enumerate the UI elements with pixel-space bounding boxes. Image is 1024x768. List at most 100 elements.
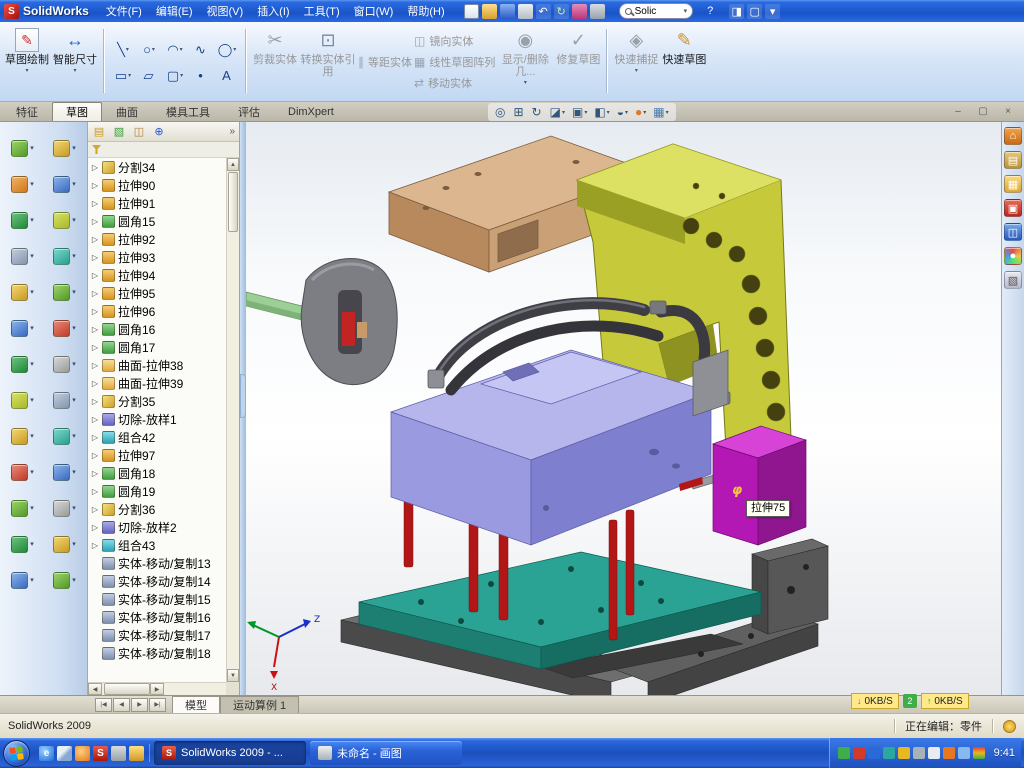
toolbar-button[interactable]: ◫ 镜向实体 [414, 33, 495, 49]
toolbar-button[interactable]: ◉ 显示/删除几... ▾ [497, 25, 553, 97]
commandmanager-tab[interactable]: 模具工具 [152, 102, 224, 121]
tree-item[interactable]: ▷ 拉伸97 [88, 446, 226, 464]
tree-item[interactable]: ▷ 拉伸92 [88, 230, 226, 248]
filter-icon[interactable] [92, 145, 101, 154]
dropdown-arrow-icon[interactable]: ▾ [72, 180, 76, 188]
task-pane-icon[interactable]: ▣ [1004, 199, 1022, 217]
view-tool-button[interactable]: ▦ ▾ [653, 105, 668, 119]
tree-horizontal-scrollbar[interactable]: ◀ ▶ [88, 682, 226, 695]
dropdown-arrow-icon[interactable]: ▾ [72, 576, 76, 584]
tree-item[interactable]: ▷ 分割35 [88, 392, 226, 410]
task-pane-icon[interactable]: ● [1004, 247, 1022, 265]
expand-arrow-icon[interactable]: ▷ [91, 343, 99, 352]
expand-arrow-icon[interactable]: ▷ [91, 487, 99, 496]
expand-arrow-icon[interactable]: ▷ [91, 379, 99, 388]
side-tool-button[interactable]: ▾ [2, 418, 44, 454]
tray-icon[interactable] [853, 747, 865, 759]
toolbar-icon[interactable] [464, 4, 479, 19]
expand-arrow-icon[interactable]: ▷ [91, 523, 99, 532]
dropdown-arrow-icon[interactable]: ▾ [73, 67, 76, 74]
dropdown-arrow-icon[interactable]: ▾ [30, 504, 34, 512]
tree-item[interactable]: ▷ 切除-放样2 [88, 518, 226, 536]
restore-document-button[interactable]: ▢ [975, 104, 991, 118]
tray-icon[interactable] [958, 747, 970, 759]
dropdown-arrow-icon[interactable]: ▾ [72, 144, 76, 152]
dropdown-arrow-icon[interactable]: ▾ [524, 79, 527, 86]
toolbar-button[interactable]: ⊡ 转换实体引用 [300, 25, 356, 97]
view-tool-button[interactable]: ◧ ▾ [594, 105, 609, 119]
toolbar-icon[interactable] [590, 4, 605, 19]
dropdown-arrow-icon[interactable]: ▾ [30, 144, 34, 152]
view-tool-button[interactable]: ↻ [532, 105, 543, 119]
tree-item[interactable]: ▷ 分割34 [88, 158, 226, 176]
dropdown-arrow-icon[interactable]: ▾ [72, 324, 76, 332]
view-tool-button[interactable]: ◎ [495, 105, 506, 119]
dropdown-arrow-icon[interactable]: ▾ [30, 468, 34, 476]
toolbar-icon[interactable]: ▢ [747, 4, 762, 19]
commandmanager-tab[interactable]: DimXpert [274, 102, 348, 121]
side-tool-button[interactable]: ▾ [2, 562, 44, 598]
part-junction-block[interactable] [693, 350, 728, 416]
toolbar-button[interactable]: ✂ 剪裁实体 [252, 25, 298, 97]
toolbar-icon[interactable] [482, 4, 497, 19]
task-pane-icon[interactable]: ▦ [1004, 175, 1022, 193]
menu-item[interactable]: 窗口(W) [347, 1, 401, 21]
taskbar-task[interactable]: 未命名 - 画图 [310, 741, 462, 765]
commandmanager-tab[interactable]: 评估 [224, 102, 274, 121]
tree-item[interactable]: 实体-移动/复制16 [88, 608, 226, 626]
side-tool-button[interactable]: ▾ [2, 166, 44, 202]
side-tool-button[interactable]: ▾ [2, 238, 44, 274]
dropdown-arrow-icon[interactable]: ▾ [562, 109, 565, 116]
tree-item[interactable]: 实体-移动/复制14 [88, 572, 226, 590]
dropdown-arrow-icon[interactable]: ▾ [30, 360, 34, 368]
start-button[interactable] [3, 740, 30, 767]
expand-arrow-icon[interactable]: ▷ [91, 289, 99, 298]
side-tool-button[interactable]: ▾ [2, 274, 44, 310]
speed-count-badge[interactable]: 2 [903, 694, 917, 708]
toolbar-icon[interactable]: ↻ [554, 4, 569, 19]
toolbar-icon[interactable] [500, 4, 515, 19]
dropdown-arrow-icon[interactable]: ▾ [30, 180, 34, 188]
view-tool-button[interactable]: ● ▾ [635, 105, 646, 119]
quick-launch-icon[interactable]: e [39, 746, 54, 761]
commandmanager-tab[interactable]: 草图 [52, 102, 102, 121]
sketch-tool-button[interactable]: ▢ ▾ [162, 63, 188, 89]
scroll-down-button[interactable]: ▼ [227, 669, 239, 682]
dropdown-arrow-icon[interactable]: ▾ [152, 46, 155, 53]
dropdown-arrow-icon[interactable]: ▾ [72, 216, 76, 224]
commandmanager-tab[interactable]: 曲面 [102, 102, 152, 121]
sketch-tool-button[interactable]: A [214, 63, 240, 89]
scroll-up-button[interactable]: ▲ [227, 158, 239, 171]
scroll-thumb[interactable] [104, 683, 150, 695]
toolbar-button[interactable]: ↔ 智能尺寸 ▾ [52, 25, 98, 97]
tray-icon[interactable] [928, 747, 940, 759]
tree-item[interactable]: ▷ 圆角18 [88, 464, 226, 482]
toolbar-icon[interactable]: ↶ [536, 4, 551, 19]
quick-launch-icon[interactable] [57, 746, 72, 761]
toolbar-icon[interactable]: ◨ [729, 4, 744, 19]
side-tool-button[interactable]: ▾ [44, 454, 86, 490]
dropdown-arrow-icon[interactable]: ▾ [180, 72, 183, 79]
model-tab[interactable]: 模型 [172, 696, 220, 713]
tray-icon[interactable] [898, 747, 910, 759]
expand-arrow-icon[interactable]: ▷ [91, 235, 99, 244]
task-pane-icon[interactable]: ⌂ [1004, 127, 1022, 145]
taskbar-task[interactable]: S SolidWorks 2009 - ... [154, 741, 306, 765]
tree-item[interactable]: ▷ 拉伸94 [88, 266, 226, 284]
sketch-tool-button[interactable]: ╲ ▾ [110, 37, 136, 63]
toolbar-button[interactable]: ⇄ 移动实体 [414, 75, 495, 91]
tree-item[interactable]: ▷ 曲面-拉伸38 [88, 356, 226, 374]
tray-icon[interactable] [913, 747, 925, 759]
dropdown-arrow-icon[interactable]: ▾ [30, 540, 34, 548]
expand-arrow-icon[interactable]: ▷ [91, 253, 99, 262]
dropdown-arrow-icon[interactable]: ▾ [30, 252, 34, 260]
side-tool-button[interactable]: ▾ [2, 490, 44, 526]
toolbar-icon[interactable] [518, 4, 533, 19]
toolbar-button[interactable]: ▦ 线性草图阵列 [414, 54, 495, 70]
graphics-area[interactable]: φ Y Z X 拉伸75 [246, 122, 1001, 695]
tree-item[interactable]: 实体-移动/复制13 [88, 554, 226, 572]
tree-item[interactable]: ▷ 圆角19 [88, 482, 226, 500]
sketch-tool-button[interactable]: ∿ [188, 37, 214, 63]
sketch-tool-button[interactable]: ◯ ▾ [214, 37, 240, 63]
expand-arrow-icon[interactable]: ▷ [91, 163, 99, 172]
